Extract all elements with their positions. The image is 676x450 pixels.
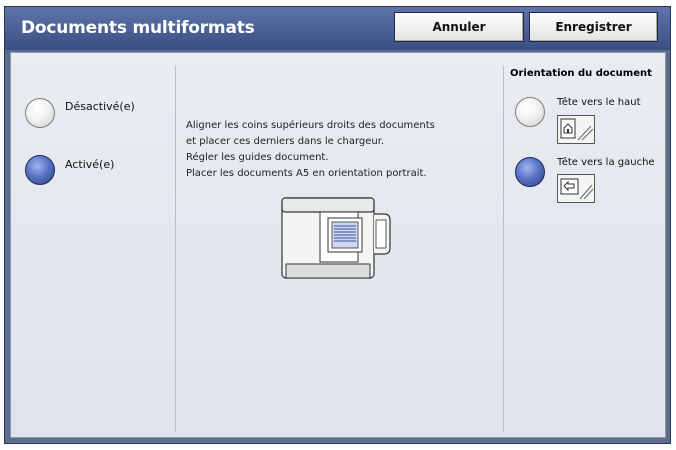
radio-off-label: Désactivé(e) bbox=[65, 100, 135, 113]
divider-right bbox=[503, 66, 504, 432]
instruction-line: Placer les documents A5 en orientation p… bbox=[186, 168, 427, 179]
document-feeder-illustration bbox=[281, 197, 391, 279]
cancel-button[interactable]: Annuler bbox=[394, 12, 524, 42]
head-up-icon bbox=[557, 115, 595, 144]
instructions: Aligner les coins supérieurs droits des … bbox=[186, 118, 435, 182]
radio-off[interactable] bbox=[25, 98, 55, 128]
save-button[interactable]: Enregistrer bbox=[529, 12, 658, 42]
instruction-line: et placer ces derniers dans le chargeur. bbox=[186, 136, 385, 147]
radio-on-label: Activé(e) bbox=[65, 158, 115, 171]
radio-head-left[interactable] bbox=[515, 157, 545, 187]
orientation-heading: Orientation du document bbox=[510, 68, 652, 79]
page-title: Documents multiformats bbox=[21, 18, 255, 38]
divider-left bbox=[175, 66, 176, 432]
head-left-label: Tête vers la gauche bbox=[557, 157, 655, 168]
instruction-line: Régler les guides document. bbox=[186, 152, 329, 163]
head-up-label: Tête vers le haut bbox=[557, 97, 641, 108]
radio-head-up[interactable] bbox=[515, 97, 545, 127]
instruction-line: Aligner les coins supérieurs droits des … bbox=[186, 120, 435, 131]
radio-on[interactable] bbox=[25, 155, 55, 185]
head-left-icon bbox=[557, 174, 595, 203]
